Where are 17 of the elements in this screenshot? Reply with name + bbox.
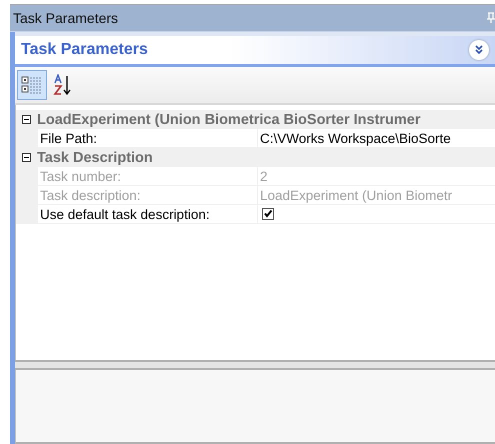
collapse-toggle[interactable] [22,153,31,162]
chevron-down-icon [474,45,484,55]
panel-title: Task Parameters [21,41,148,59]
categorized-button[interactable] [17,70,47,100]
checkbox[interactable] [262,208,274,220]
minus-icon [23,154,30,161]
categorized-icon [21,75,43,95]
property-label: Task number: [38,167,257,185]
collapse-button[interactable] [469,40,489,60]
minus-icon [23,116,30,123]
collapse-toggle[interactable] [22,115,31,124]
property-label: File Path: [38,129,257,147]
window-title: Task Parameters [13,10,118,26]
category-header: LoadExperiment (Union Biometrica BioSorter Instrumer [37,112,421,128]
category-header: Task Description [37,150,153,166]
property-label: Use default task description: [38,205,257,223]
property-label: Task description: [38,186,257,204]
